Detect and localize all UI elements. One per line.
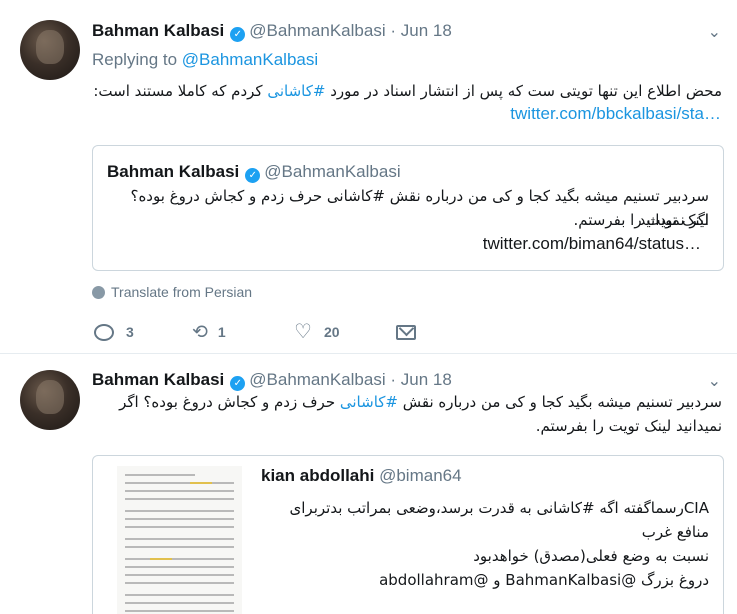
quoted-document-image[interactable] bbox=[117, 466, 242, 614]
quoted-author-name: kian abdollahi bbox=[261, 466, 375, 485]
chevron-down-icon[interactable]: ⌄ bbox=[708, 22, 721, 42]
verified-icon: ✓ bbox=[245, 168, 261, 183]
globe-icon bbox=[92, 286, 105, 299]
quoted-header: Bahman Kalbasi ✓ @BahmanKalbasi bbox=[107, 162, 401, 183]
quoted-link[interactable]: twitter.com/biman64/status… bbox=[483, 234, 701, 254]
tweet-header: Bahman Kalbasi ✓ @BahmanKalbasi · Jun 18 bbox=[92, 20, 452, 42]
author-name[interactable]: Bahman Kalbasi bbox=[92, 21, 224, 40]
like-button[interactable]: ♡ 20 bbox=[294, 320, 340, 344]
tweet-date[interactable]: Jun 18 bbox=[401, 21, 452, 40]
tweet-text-part: کردم که کاملا مستند است: bbox=[93, 82, 268, 100]
quoted-author-handle: @biman64 bbox=[379, 466, 462, 485]
quoted-header: kian abdollahi @biman64 bbox=[261, 466, 462, 486]
retweet-button[interactable]: ⟲ 1 bbox=[192, 320, 226, 344]
tweet-text-part: سردبیر تسنیم میشه بگید کجا و کی من دربار… bbox=[397, 393, 722, 411]
avatar[interactable] bbox=[20, 20, 80, 80]
retweet-icon: ⟲ bbox=[192, 322, 208, 343]
quoted-text-line: دروغ بزرگ @BahmanKalbasi و @abdollahram bbox=[379, 571, 709, 589]
retweet-count: 1 bbox=[217, 324, 226, 340]
tweet-actions: 3 ⟲ 1 ♡ 20 bbox=[92, 320, 432, 344]
tweet-date[interactable]: Jun 18 bbox=[401, 370, 452, 389]
tweet-link[interactable]: twitter.com/bbckalbasi/sta… bbox=[510, 104, 721, 124]
translate-link[interactable]: Translate from Persian bbox=[92, 284, 252, 300]
verified-icon: ✓ bbox=[230, 27, 246, 42]
author-name[interactable]: Bahman Kalbasi bbox=[92, 370, 224, 389]
replying-to-link[interactable]: @BahmanKalbasi bbox=[182, 50, 318, 69]
reply-icon bbox=[94, 324, 114, 341]
chevron-down-icon[interactable]: ⌄ bbox=[708, 371, 721, 391]
like-icon: ♡ bbox=[294, 321, 312, 343]
tweet-text: محض اطلاع این تنها تویتی ست که پس از انت… bbox=[92, 80, 722, 102]
tweet[interactable]: Bahman Kalbasi ✓ @BahmanKalbasi · Jun 18 ⌄… bbox=[0, 0, 737, 354]
quoted-text-line: لینک تویت را بفرستم. bbox=[573, 211, 709, 229]
hashtag-link[interactable]: #کاشانی bbox=[267, 82, 325, 100]
quoted-text: CIAرسماگفته اگه #کاشانی به قدرت برسد،وضع… bbox=[269, 496, 709, 592]
author-handle[interactable]: @BahmanKalbasi bbox=[249, 370, 385, 389]
replying-label: Replying to bbox=[92, 50, 178, 69]
verified-icon: ✓ bbox=[230, 376, 246, 391]
tweet-text: سردبیر تسنیم میشه بگید کجا و کی من دربار… bbox=[92, 390, 722, 438]
quoted-text-line: CIAرسماگفته اگه #کاشانی به قدرت برسد،وضع… bbox=[289, 499, 709, 541]
tweet-text-part: محض اطلاع این تنها تویتی ست که پس از انت… bbox=[325, 82, 722, 100]
replying-to: Replying to @BahmanKalbasi bbox=[92, 50, 318, 70]
separator: · bbox=[390, 370, 397, 389]
quoted-tweet[interactable]: kian abdollahi @biman64 CIAرسماگفته اگه … bbox=[92, 455, 724, 614]
quoted-text-line: نسبت به وضع فعلی(مصدق) خواهدبود bbox=[473, 547, 709, 565]
hashtag-link[interactable]: #کاشانی bbox=[340, 393, 398, 411]
quoted-author-name: Bahman Kalbasi bbox=[107, 162, 240, 181]
like-count: 20 bbox=[323, 324, 340, 340]
separator: · bbox=[390, 21, 397, 40]
quoted-author-handle: @BahmanKalbasi bbox=[264, 162, 401, 181]
author-handle[interactable]: @BahmanKalbasi bbox=[249, 21, 385, 40]
reply-count: 3 bbox=[126, 324, 134, 340]
message-icon bbox=[396, 325, 416, 340]
message-button[interactable] bbox=[396, 320, 416, 344]
translate-label: Translate from Persian bbox=[111, 284, 253, 300]
reply-button[interactable]: 3 bbox=[94, 320, 134, 344]
quoted-tweet[interactable]: Bahman Kalbasi ✓ @BahmanKalbasi سردبیر تسن… bbox=[92, 145, 724, 271]
tweet-header: Bahman Kalbasi ✓ @BahmanKalbasi · Jun 18 bbox=[92, 369, 452, 391]
avatar[interactable] bbox=[20, 370, 80, 430]
